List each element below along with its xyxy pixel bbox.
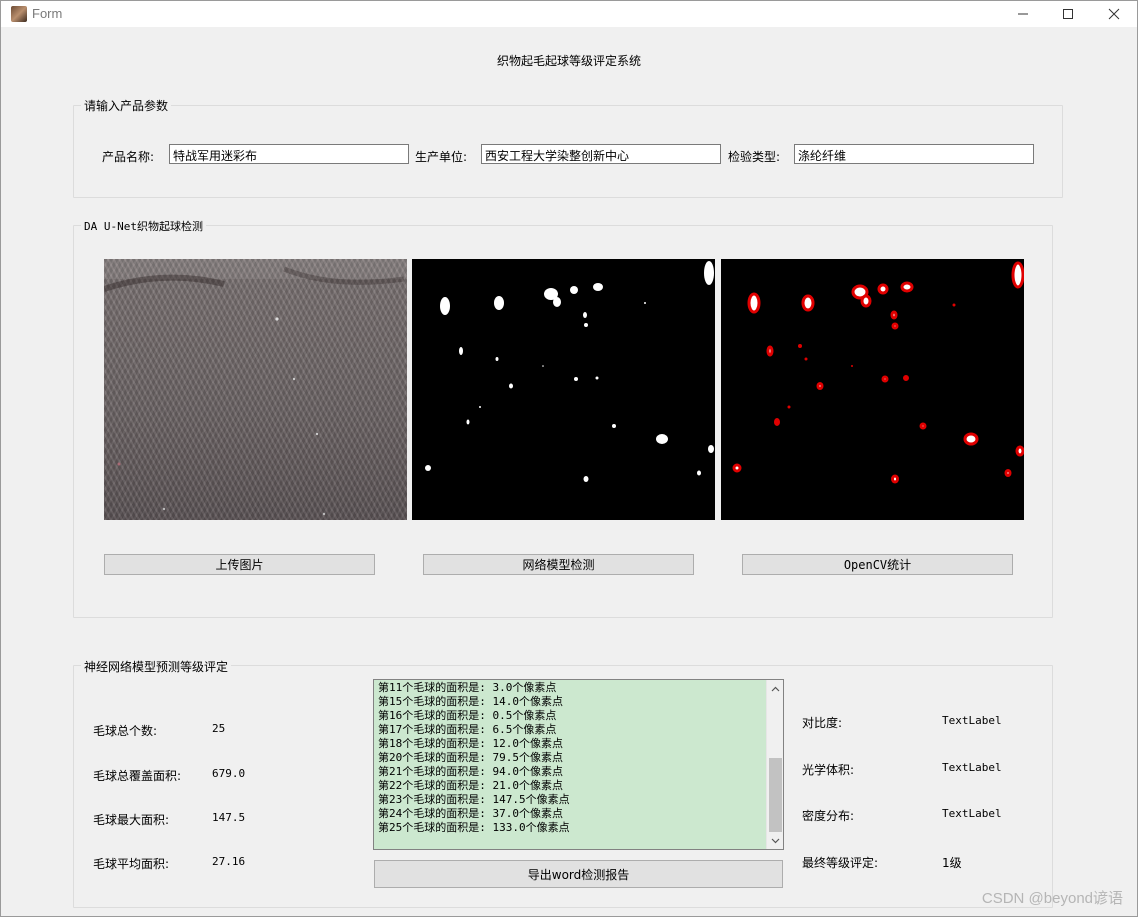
avg-area-value: 27.16 — [212, 855, 246, 868]
maximize-button[interactable] — [1045, 1, 1091, 27]
scroll-up-icon[interactable] — [767, 680, 783, 697]
pilling-area-log[interactable]: 第11个毛球的面积是: 3.0个像素点 第15个毛球的面积是: 14.0个像素点… — [373, 679, 784, 850]
log-line: 第24个毛球的面积是: 37.0个像素点 — [378, 807, 563, 820]
fabric-texture — [104, 259, 407, 516]
log-line: 第20个毛球的面积是: 79.5个像素点 — [378, 751, 563, 764]
max-area-value: 147.5 — [212, 811, 246, 824]
total-area-label: 毛球总覆盖面积: — [93, 769, 182, 783]
title-bar: Form — [1, 1, 1137, 27]
log-scrollbar[interactable] — [766, 680, 783, 849]
scroll-down-icon[interactable] — [767, 832, 783, 849]
product-name-label: 产品名称: — [102, 150, 155, 164]
contrast-label: 对比度: — [802, 716, 843, 730]
mask-blobs — [425, 261, 714, 482]
density-label: 密度分布: — [802, 809, 855, 823]
manufacturer-input[interactable]: 西安工程大学染整创新中心 — [481, 144, 721, 164]
log-line: 第15个毛球的面积是: 14.0个像素点 — [378, 695, 563, 708]
close-icon — [1108, 8, 1120, 20]
final-grade-label: 最终等级评定: — [802, 856, 879, 870]
final-grade-value: 1级 — [942, 856, 962, 870]
window-title: Form — [32, 6, 63, 21]
total-count-label: 毛球总个数: — [93, 724, 158, 738]
watermark: CSDN @beyond谚语 — [981, 890, 1123, 907]
log-line: 第16个毛球的面积是: 0.5个像素点 — [378, 709, 557, 722]
density-value: TextLabel — [942, 807, 1002, 820]
total-count-value: 25 — [212, 722, 226, 735]
maximize-icon — [1063, 9, 1073, 19]
scroll-thumb[interactable] — [769, 758, 782, 832]
minimize-button[interactable] — [1000, 1, 1046, 27]
rating-group-title: 神经网络模型预测等级评定 — [81, 658, 232, 675]
mask-image — [412, 259, 715, 520]
log-line: 第21个毛球的面积是: 94.0个像素点 — [378, 765, 563, 778]
detection-group-title: DA U-Net织物起球检测 — [81, 218, 206, 234]
system-heading: 织物起毛起球等级评定系统 — [496, 54, 641, 68]
fabric-image — [104, 259, 407, 520]
params-group-title: 请输入产品参数 — [81, 97, 172, 114]
export-word-report-button[interactable]: 导出word检测报告 — [374, 860, 783, 888]
max-area-label: 毛球最大面积: — [93, 813, 170, 827]
form-window: Form 织物起毛起球等级评定系统 请输入产品参数 产品名称: 特战军用迷彩布 … — [0, 0, 1138, 917]
total-area-value: 679.0 — [212, 767, 246, 780]
optical-volume-label: 光学体积: — [802, 763, 855, 777]
manufacturer-label: 生产单位: — [415, 150, 468, 164]
test-type-input[interactable]: 涤纶纤维 — [794, 144, 1034, 164]
close-button[interactable] — [1091, 1, 1137, 27]
test-type-label: 检验类型: — [728, 150, 781, 164]
log-line: 第11个毛球的面积是: 3.0个像素点 — [378, 681, 557, 694]
contour-blobs — [732, 261, 1024, 484]
log-line: 第25个毛球的面积是: 133.0个像素点 — [378, 821, 570, 834]
log-line: 第17个毛球的面积是: 6.5个像素点 — [378, 723, 557, 736]
upload-image-button[interactable]: 上传图片 — [104, 554, 375, 575]
minimize-icon — [1018, 13, 1028, 15]
contour-image — [721, 259, 1024, 520]
log-line: 第18个毛球的面积是: 12.0个像素点 — [378, 737, 563, 750]
optical-volume-value: TextLabel — [942, 761, 1002, 774]
product-name-input[interactable]: 特战军用迷彩布 — [169, 144, 409, 164]
network-detect-button[interactable]: 网络模型检测 — [423, 554, 694, 575]
log-lines: 第11个毛球的面积是: 3.0个像素点 第15个毛球的面积是: 14.0个像素点… — [378, 681, 570, 835]
log-line: 第22个毛球的面积是: 21.0个像素点 — [378, 779, 563, 792]
log-line: 第23个毛球的面积是: 147.5个像素点 — [378, 793, 570, 806]
contrast-value: TextLabel — [942, 714, 1002, 727]
app-icon — [11, 6, 27, 22]
avg-area-label: 毛球平均面积: — [93, 857, 170, 871]
opencv-stats-button[interactable]: OpenCV统计 — [742, 554, 1013, 575]
